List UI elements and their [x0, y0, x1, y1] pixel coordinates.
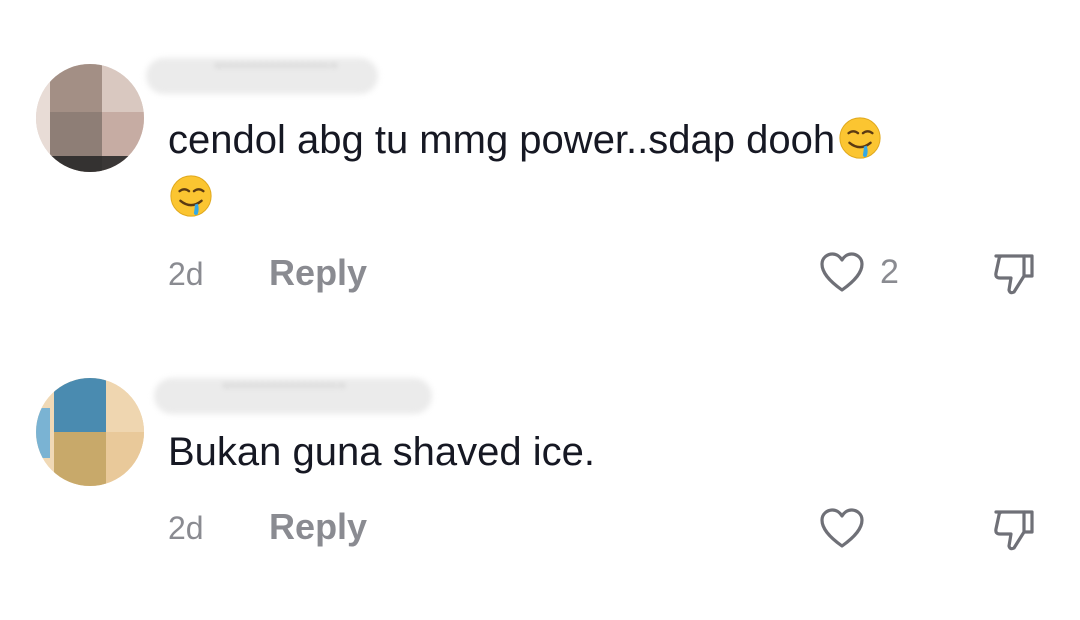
dislike-button[interactable]	[990, 250, 1038, 301]
like-button[interactable]: 2	[818, 250, 899, 294]
avatar[interactable]	[36, 378, 144, 486]
username-redacted[interactable]	[154, 378, 432, 414]
dislike-button[interactable]	[990, 506, 1038, 557]
comment-meta: 2d Reply	[168, 506, 367, 548]
comment-text-content: cendol abg tu mmg power..sdap dooh	[168, 118, 836, 162]
heart-outline-icon	[820, 252, 864, 292]
emoji-line	[168, 170, 1028, 226]
comment-text: Bukan guna shaved ice.	[168, 424, 1028, 480]
reply-button[interactable]: Reply	[269, 252, 367, 294]
comment-text-content: Bukan guna shaved ice.	[168, 430, 595, 474]
thumbs-down-icon	[994, 254, 1034, 295]
heart-outline-icon	[820, 508, 864, 548]
like-count: 2	[880, 252, 899, 291]
drooling-face-emoji	[839, 117, 881, 159]
comment-timestamp: 2d	[168, 510, 204, 546]
comment-meta: 2d Reply	[168, 252, 367, 294]
comment-text: cendol abg tu mmg power..sdap dooh	[168, 112, 1028, 226]
like-button[interactable]	[818, 506, 880, 550]
comment-timestamp: 2d	[168, 256, 204, 292]
thumbs-down-icon	[994, 510, 1034, 551]
reply-button[interactable]: Reply	[269, 506, 367, 548]
drooling-face-emoji	[170, 175, 212, 217]
avatar[interactable]	[36, 64, 144, 172]
username-redacted[interactable]	[146, 58, 378, 94]
